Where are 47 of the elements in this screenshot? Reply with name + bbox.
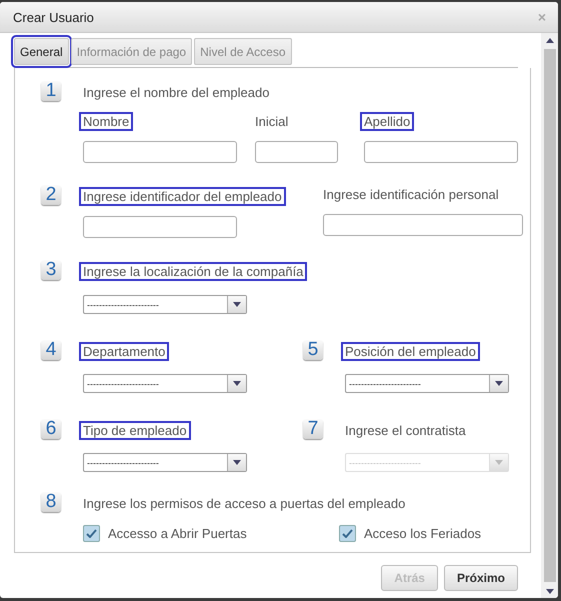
step-number: 6	[41, 419, 61, 439]
field-label: Nombre	[79, 112, 134, 131]
field-label: Ingrese la localización de la compañía	[79, 262, 308, 281]
tab[interactable]: General	[14, 38, 69, 65]
scroll-up-icon	[546, 38, 554, 42]
window-title: Crear Usuario	[13, 10, 94, 24]
field-label: Ingrese identificador del empleado	[79, 187, 286, 206]
caret-icon	[233, 460, 241, 465]
field-label: Apellido	[360, 112, 414, 131]
field-label: Ingrese el contratista	[344, 422, 467, 440]
checkmark-icon	[342, 529, 353, 538]
step-number: 2	[41, 185, 61, 205]
checkbox[interactable]	[83, 525, 100, 542]
caret-icon	[495, 381, 503, 386]
step-number: 5	[303, 340, 323, 360]
field-label: Inicial	[254, 113, 290, 131]
text-input[interactable]	[83, 141, 237, 163]
step-number: 1	[41, 81, 61, 101]
caret-icon	[495, 460, 503, 465]
text-input[interactable]	[364, 141, 518, 163]
checkbox-label: Acceso los Feriados	[364, 526, 482, 541]
field-label: Tipo de empleado	[79, 421, 191, 440]
dropdown[interactable]: ------------------------	[345, 374, 509, 393]
dropdown[interactable]: ------------------------	[83, 295, 247, 314]
step-number: 7	[303, 419, 323, 439]
scroll-down-icon	[546, 588, 554, 594]
scrollbar-thumb[interactable]	[544, 49, 556, 582]
text-input[interactable]	[83, 216, 237, 238]
text-input[interactable]	[255, 141, 338, 163]
step-title: Ingrese los permisos de acceso a puertas del empleado	[82, 495, 406, 513]
field-label: Departamento	[79, 342, 170, 361]
step-title: Ingrese el nombre del empleado	[82, 84, 270, 102]
caret-icon	[233, 302, 241, 307]
field-label: Posición del empleado	[341, 342, 480, 361]
field-label: Ingrese identificación personal	[322, 186, 500, 204]
checkbox-label: Accesso a Abrir Puertas	[108, 526, 247, 541]
checkmark-icon	[86, 529, 97, 538]
scrollbar[interactable]	[541, 33, 558, 598]
caret-icon	[233, 381, 241, 386]
next-button[interactable]: Próximo	[444, 565, 518, 591]
dropdown[interactable]: ------------------------	[83, 453, 247, 472]
step-number: 3	[41, 260, 61, 280]
dropdown[interactable]: ------------------------	[83, 374, 247, 393]
text-input[interactable]	[323, 214, 523, 236]
step-number: 4	[41, 340, 61, 360]
checkbox[interactable]	[339, 525, 356, 542]
step-number: 8	[41, 492, 61, 512]
